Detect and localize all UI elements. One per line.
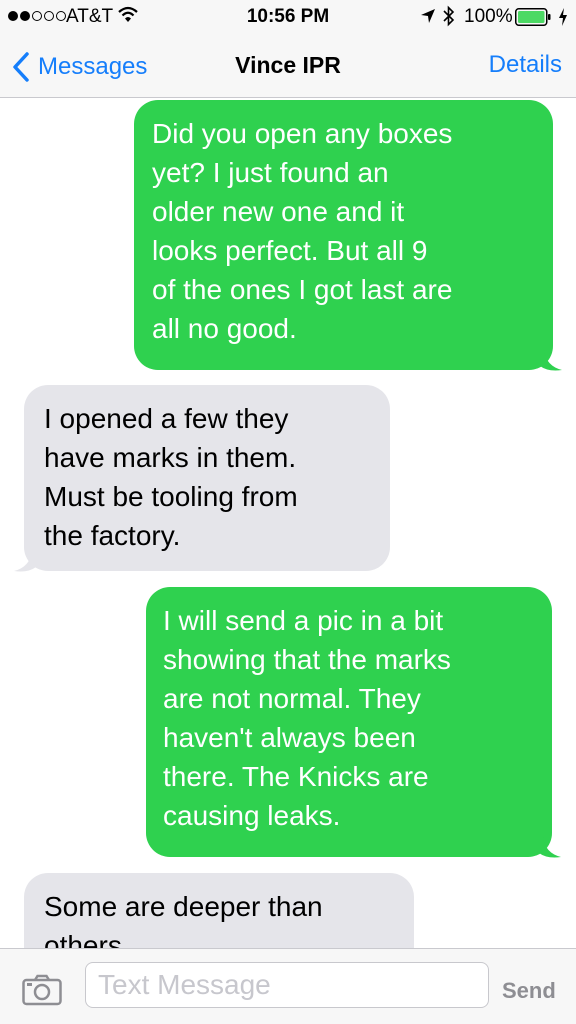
- camera-icon[interactable]: [22, 974, 62, 1006]
- bubble-tail: [539, 837, 561, 858]
- location-icon: [421, 9, 435, 23]
- message-bubble-incoming[interactable]: I opened a few they have marks in them. …: [24, 385, 390, 571]
- bubble-tail: [14, 551, 36, 572]
- charging-icon: [559, 8, 567, 26]
- battery-percentage: 100%: [464, 6, 513, 27]
- message-bubble-outgoing[interactable]: Did you open any boxes yet? I just found…: [134, 100, 553, 370]
- message-bubble-outgoing[interactable]: I will send a pic in a bit showing that …: [146, 587, 552, 857]
- message-text-input[interactable]: [85, 962, 489, 1008]
- send-button[interactable]: Send: [502, 978, 556, 1004]
- message-input-bar: Send: [0, 948, 576, 1024]
- details-button[interactable]: Details: [489, 51, 562, 79]
- message-bubble-incoming[interactable]: Some are deeper than others: [24, 873, 414, 948]
- battery-icon: [515, 8, 551, 26]
- status-bar: AT&T 10:56 PM 100%: [0, 0, 576, 36]
- navigation-bar: Messages Vince IPR Details: [0, 36, 576, 98]
- message-thread[interactable]: Did you open any boxes yet? I just found…: [0, 98, 576, 948]
- bubble-tail: [540, 350, 562, 371]
- bluetooth-icon: [443, 5, 455, 27]
